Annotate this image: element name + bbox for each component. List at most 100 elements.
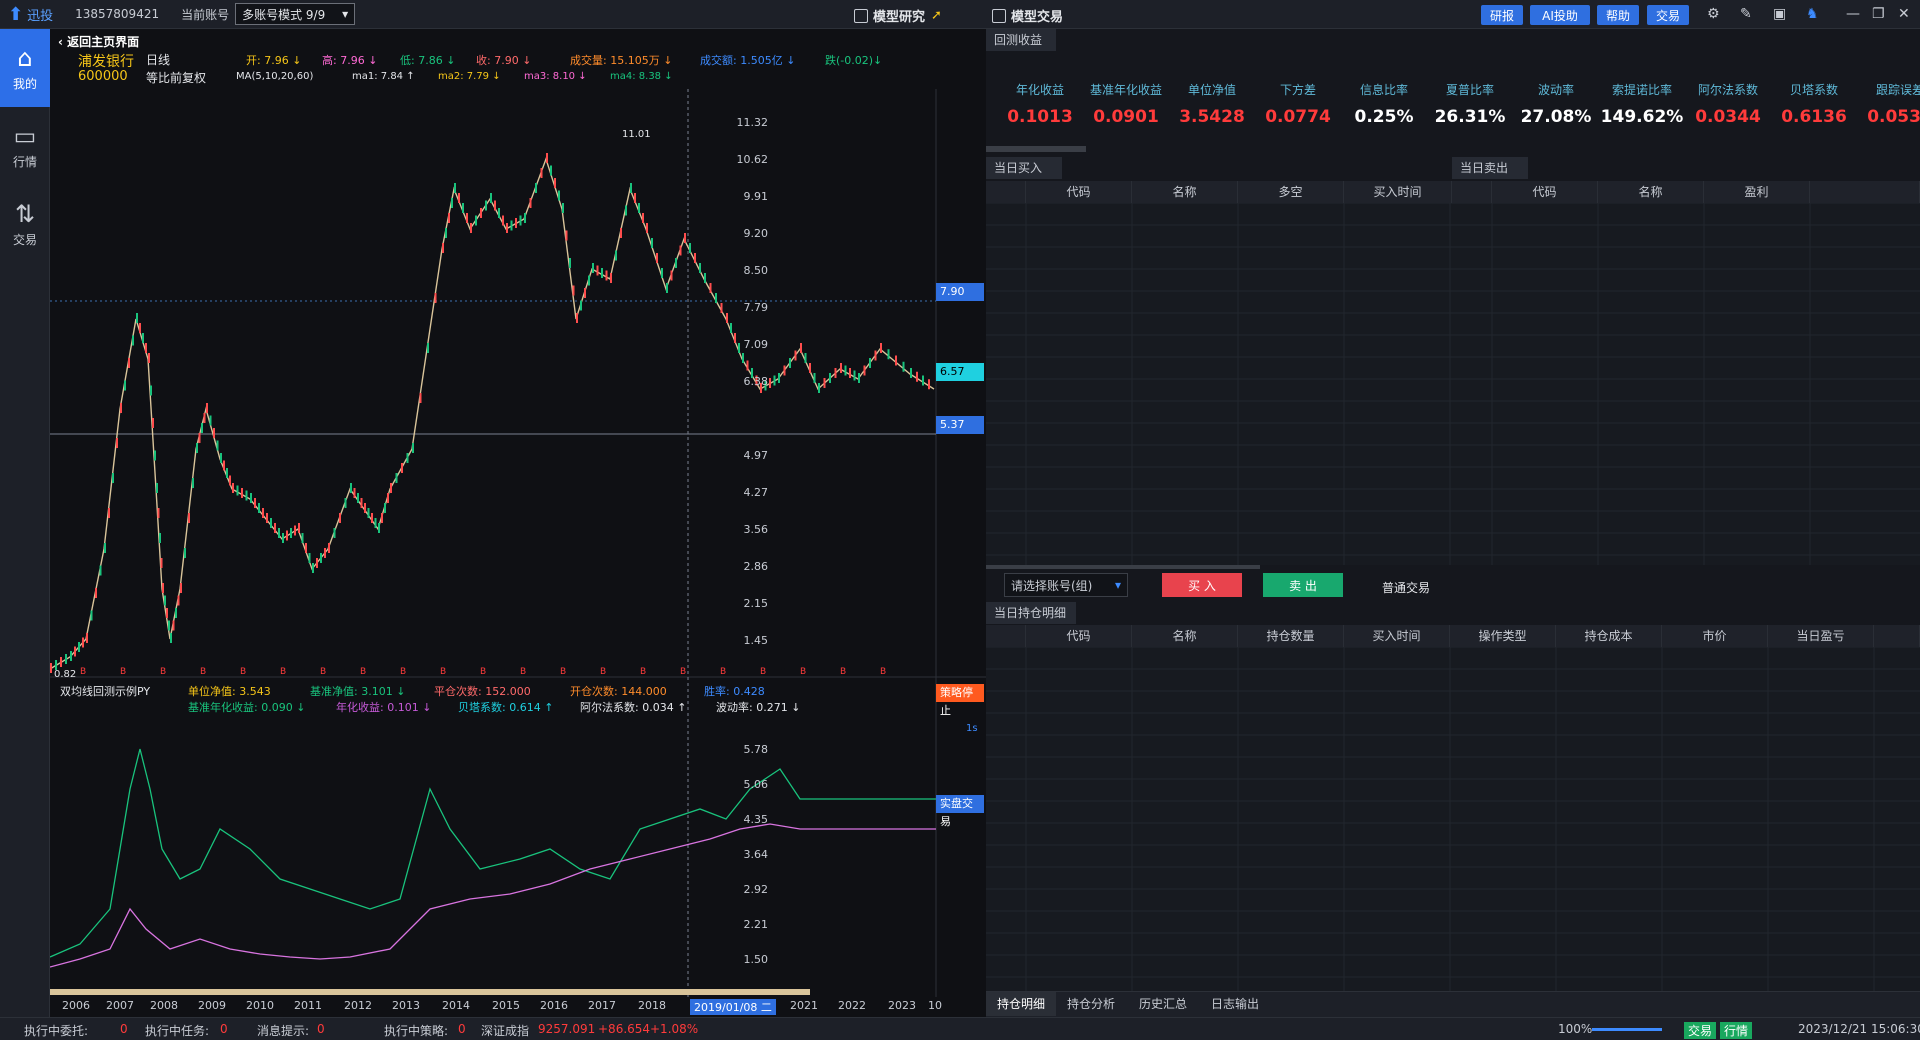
zoom-slider[interactable] bbox=[1592, 1028, 1662, 1031]
volume-value: 成交量: 15.105万 ↓ bbox=[570, 54, 673, 67]
time-axis-label: 2022 bbox=[838, 999, 866, 1012]
brand[interactable]: ⬆ 迅投 bbox=[8, 4, 53, 25]
candle bbox=[642, 213, 644, 223]
candle bbox=[519, 215, 522, 226]
back-to-home-link[interactable]: ‹ 返回主页界面 bbox=[58, 33, 139, 50]
trade-signal-marker: B bbox=[520, 667, 526, 677]
time-axis-label: 10 bbox=[928, 999, 942, 1012]
candle bbox=[160, 558, 163, 568]
candle bbox=[769, 378, 771, 388]
edit-icon[interactable]: ✎ bbox=[1740, 6, 1752, 22]
candlestick-chart[interactable]: BBBBBBBBBBBBBBBBBBBBB bbox=[50, 29, 986, 1017]
column-header[interactable]: 买入时间 bbox=[1344, 181, 1452, 203]
price-axis-label: 9.20 bbox=[743, 227, 769, 240]
price-axis-label: 4.97 bbox=[743, 449, 769, 462]
candle bbox=[270, 518, 272, 528]
candle bbox=[116, 438, 118, 448]
column-header[interactable]: 持仓成本 bbox=[1556, 625, 1662, 647]
candle bbox=[928, 379, 930, 390]
candle bbox=[282, 533, 284, 543]
candle bbox=[458, 193, 460, 203]
candle bbox=[150, 385, 152, 396]
shirt-icon[interactable]: ♞ bbox=[1806, 6, 1819, 22]
period-label[interactable]: 日线 bbox=[146, 51, 170, 68]
candle bbox=[419, 393, 422, 403]
quote-status-tag[interactable]: 行情 bbox=[1720, 1022, 1753, 1039]
candle bbox=[916, 371, 918, 382]
candle bbox=[869, 358, 871, 368]
chart-panel: B B B B B B B B B B B B B B B B B B B B B ‹ 返回主页界面 浦发银行 6000… bbox=[50, 29, 986, 1017]
restore-icon[interactable]: ❐ bbox=[1872, 6, 1885, 22]
column-header[interactable]: 持仓数量 bbox=[1238, 625, 1344, 647]
gear-icon[interactable]: ⚙ bbox=[1707, 6, 1720, 22]
candle bbox=[145, 343, 147, 353]
column-header[interactable]: 当日盈亏 bbox=[1768, 625, 1874, 647]
buy-button[interactable]: 买 入 bbox=[1162, 573, 1242, 597]
candle bbox=[139, 323, 141, 333]
tab-history-summary[interactable]: 历史汇总 bbox=[1128, 992, 1198, 1016]
minimize-icon[interactable]: — bbox=[1846, 6, 1860, 22]
tab-position-detail[interactable]: 持仓明细 bbox=[986, 992, 1057, 1016]
running-strategy-label[interactable]: 执行中策略: bbox=[384, 1022, 448, 1039]
index-name[interactable]: 深证成指 bbox=[481, 1022, 529, 1039]
candle bbox=[565, 230, 568, 241]
live-trade-tag[interactable]: 实盘交易 bbox=[936, 795, 984, 828]
column-header[interactable]: 多空 bbox=[1238, 181, 1344, 203]
price-axis-label: 3.56 bbox=[743, 523, 769, 536]
min-price-label: 0.82 bbox=[54, 669, 77, 680]
metrics-scrollbar[interactable] bbox=[986, 146, 1086, 152]
tab-log-output[interactable]: 日志输出 bbox=[1200, 992, 1270, 1016]
candle bbox=[610, 273, 612, 283]
adjust-label[interactable]: 等比前复权 bbox=[146, 69, 206, 86]
normal-trade-link[interactable]: 普通交易 bbox=[1382, 579, 1430, 596]
column-header[interactable]: 名称 bbox=[1132, 181, 1238, 203]
candle bbox=[60, 657, 62, 667]
column-header[interactable]: 买入时间 bbox=[1344, 625, 1450, 647]
trade-signal-marker: B bbox=[760, 667, 766, 677]
research-report-button[interactable]: 研报 bbox=[1481, 5, 1523, 25]
price-axis-label: 4.27 bbox=[743, 486, 769, 499]
sell-button[interactable]: 卖 出 bbox=[1263, 573, 1343, 597]
message-label[interactable]: 消息提示: bbox=[257, 1022, 309, 1039]
tab-position-analysis[interactable]: 持仓分析 bbox=[1056, 992, 1126, 1016]
buy-table-body[interactable] bbox=[986, 202, 1452, 565]
column-header[interactable]: 代码 bbox=[1026, 625, 1132, 647]
trade-button[interactable]: 交易 bbox=[1647, 5, 1689, 25]
column-header[interactable]: 盈利 bbox=[1704, 181, 1810, 203]
trade-window-icon bbox=[992, 8, 1006, 23]
tab-model-trade[interactable]: 模型交易 bbox=[992, 6, 1063, 25]
column-header[interactable]: 代码 bbox=[1026, 181, 1132, 203]
sell-table-body[interactable] bbox=[1452, 202, 1920, 565]
ma3-value: ma3: 8.10 ↓ bbox=[524, 71, 587, 82]
row-num-col bbox=[986, 625, 1026, 647]
close-icon[interactable]: ✕ bbox=[1898, 6, 1910, 22]
backtest-returns-header[interactable]: 回测收益 bbox=[986, 29, 1056, 51]
column-header[interactable]: 代码 bbox=[1492, 181, 1598, 203]
status-bar: 执行中委托: 0 执行中任务: 0 消息提示: 0 执行中策略: 0 深证成指 … bbox=[0, 1017, 1920, 1040]
help-button[interactable]: 帮助 bbox=[1597, 5, 1639, 25]
buy-table-scrollbar[interactable] bbox=[986, 565, 1260, 569]
ai-assist-button[interactable]: AI投助 bbox=[1530, 5, 1590, 25]
sidebar-item-quotes[interactable]: ▭ 行情 bbox=[0, 107, 50, 185]
time-axis-label: 2013 bbox=[392, 999, 420, 1012]
trade-signal-marker: B bbox=[320, 667, 326, 677]
sidebar-item-trade[interactable]: ⇅ 交易 bbox=[0, 185, 50, 263]
account-group-select[interactable]: 请选择账号(组) ▾ bbox=[1004, 573, 1128, 597]
account-mode-select[interactable]: 多账号模式 9/9 ▾ bbox=[235, 3, 356, 25]
task-label[interactable]: 执行中任务: bbox=[145, 1022, 209, 1039]
candle bbox=[305, 543, 307, 553]
sidebar-item-mine[interactable]: ⌂ 我的 bbox=[0, 29, 50, 107]
layout-icon[interactable]: ▣ bbox=[1773, 6, 1786, 22]
trade-status-tag[interactable]: 交易 bbox=[1684, 1022, 1717, 1039]
ma4-value: ma4: 8.38 ↓ bbox=[610, 71, 673, 82]
price-axis-label: 11.32 bbox=[736, 116, 769, 129]
tab-model-research[interactable]: 模型研究 ➚ bbox=[854, 6, 942, 25]
strategy-stop-tag[interactable]: 策略停止 bbox=[936, 684, 984, 717]
column-header[interactable]: 操作类型 bbox=[1450, 625, 1556, 647]
column-header[interactable]: 名称 bbox=[1598, 181, 1704, 203]
entrust-label[interactable]: 执行中委托: bbox=[24, 1022, 88, 1039]
column-header[interactable]: 市价 bbox=[1662, 625, 1768, 647]
price-axis-label: 10.62 bbox=[736, 153, 769, 166]
column-header[interactable]: 名称 bbox=[1132, 625, 1238, 647]
positions-table-body[interactable] bbox=[986, 646, 1920, 991]
